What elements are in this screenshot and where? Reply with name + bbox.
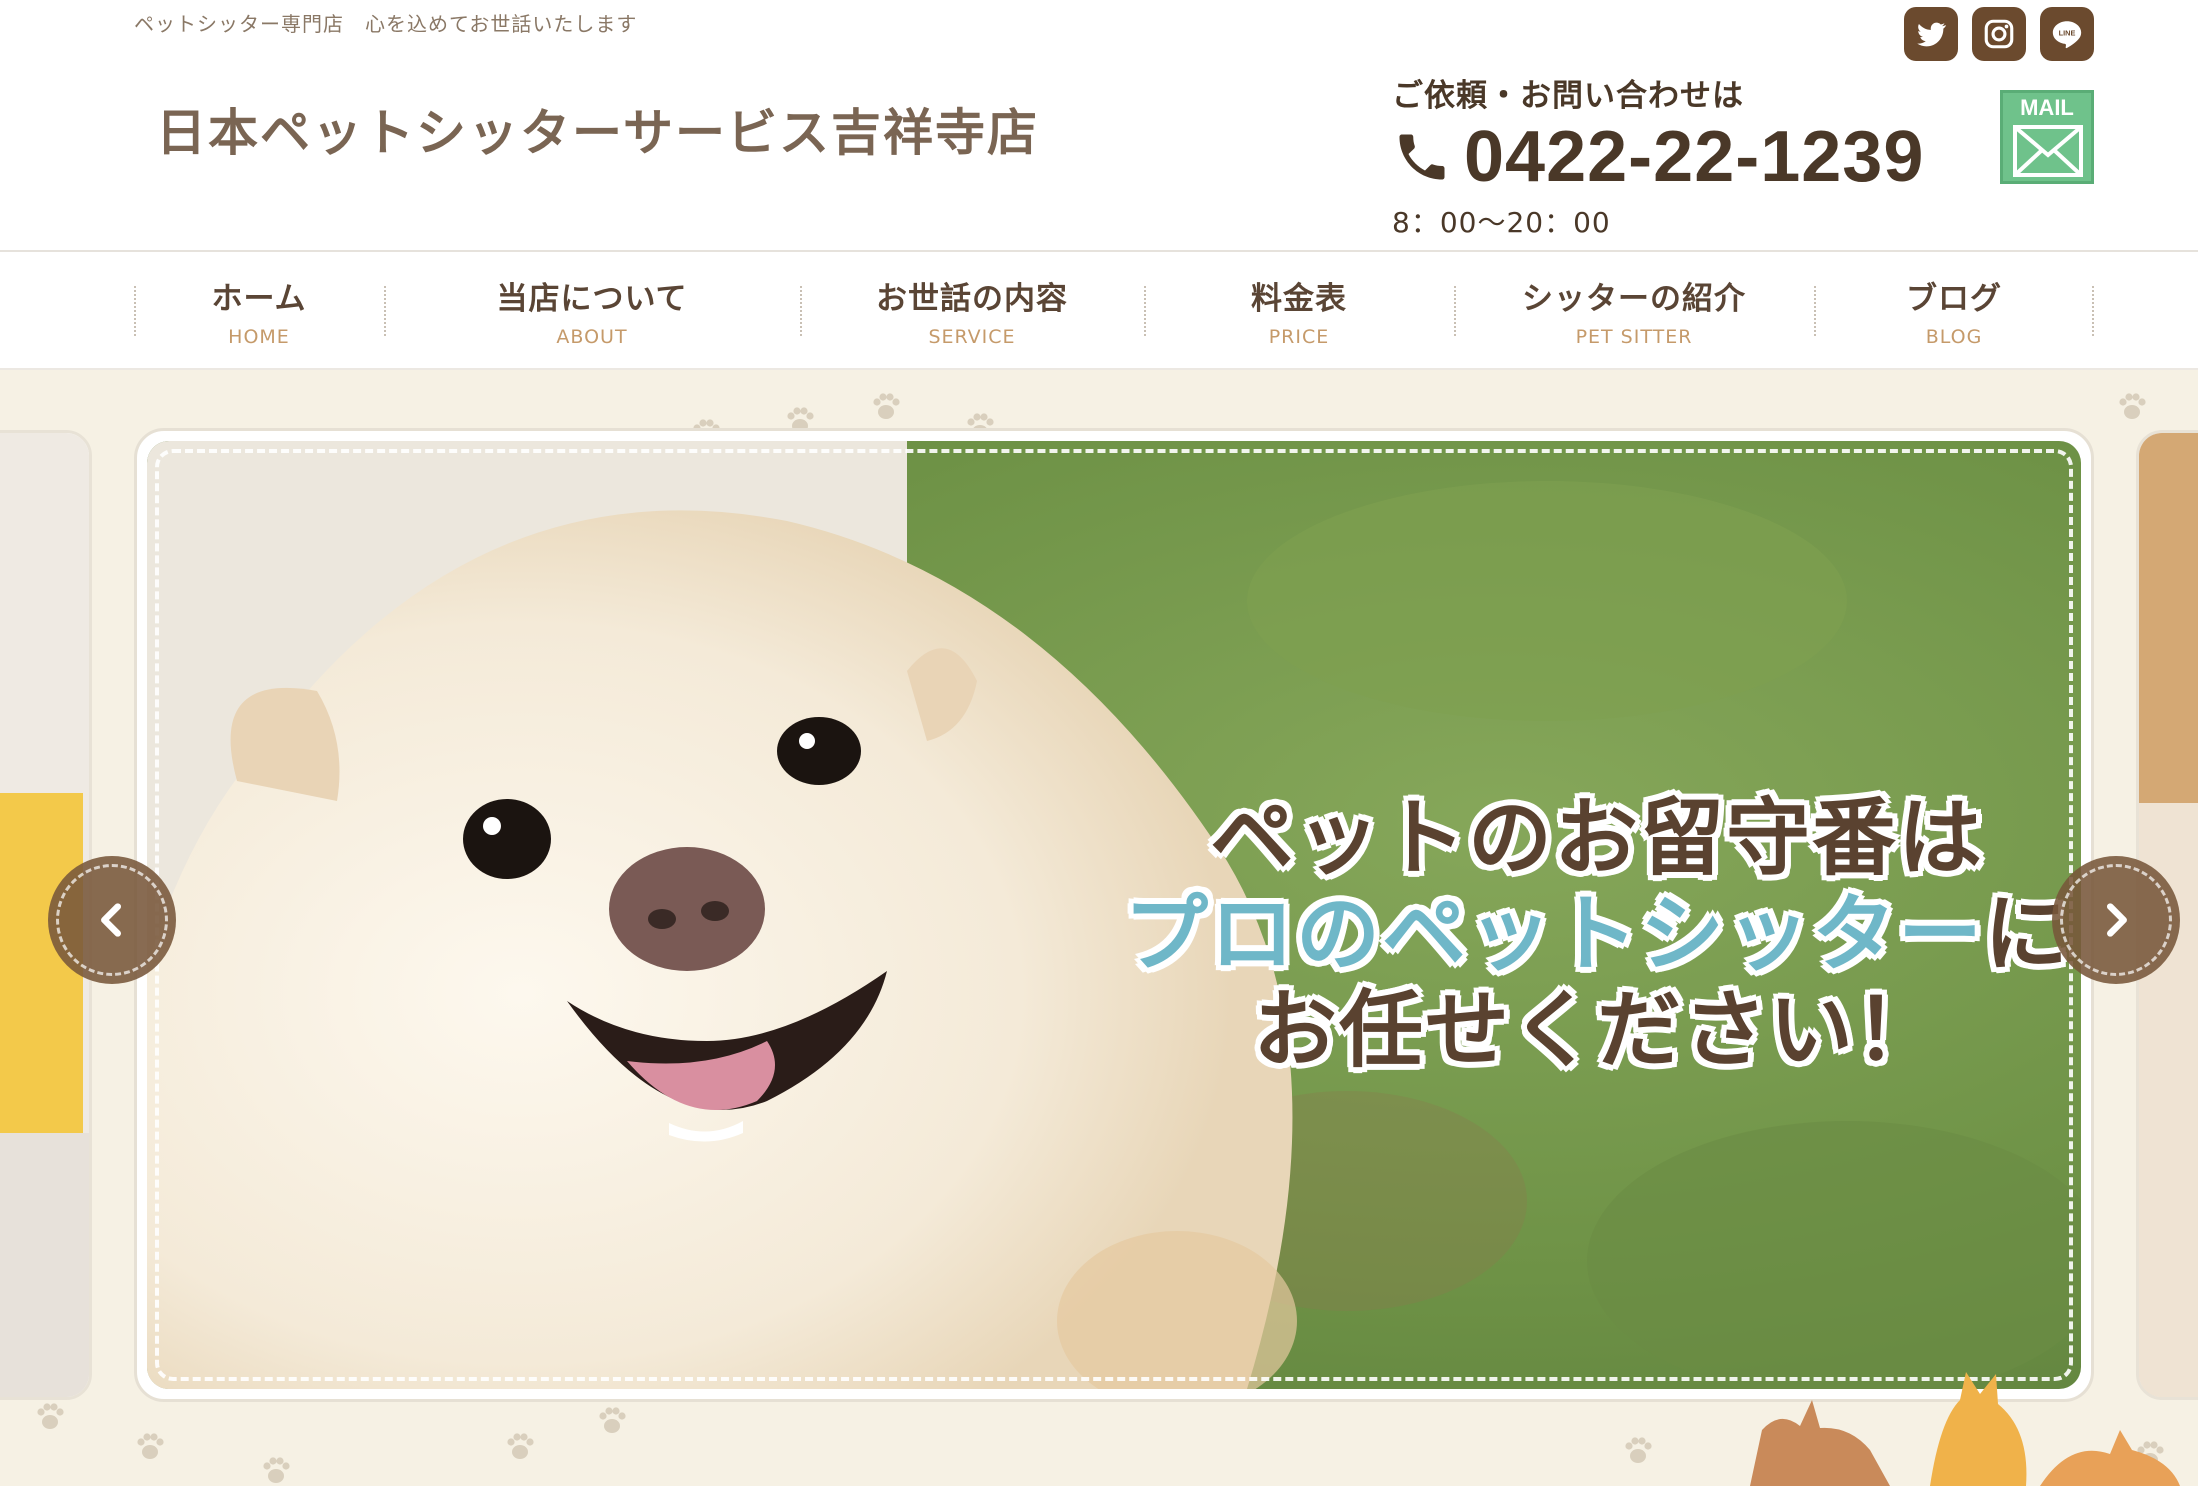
current-slide[interactable]: ペットのお留守番は プロのペットシッターに お任せください！ <box>134 428 2094 1402</box>
nav-item-about[interactable]: 当店について ABOUT <box>384 252 800 368</box>
slide-photo: ペットのお留守番は プロのペットシッターに お任せください！ <box>147 441 2081 1389</box>
pet-silhouettes-decoration <box>1750 1372 2180 1486</box>
line-icon-label: LINE <box>2059 29 2076 38</box>
nav-item-price[interactable]: 料金表 PRICE <box>1144 252 1454 368</box>
nav-item-pet-sitter[interactable]: シッターの紹介 PET SITTER <box>1454 252 1814 368</box>
nav-label-jp: ホーム <box>211 280 307 317</box>
nav-label-jp: ブログ <box>1906 280 2002 317</box>
nav-label-jp: 料金表 <box>1251 280 1347 317</box>
line-button[interactable]: LINE <box>2040 7 2094 61</box>
global-nav: ホーム HOME 当店について ABOUT お世話の内容 SERVICE 料金表… <box>0 250 2198 370</box>
hero-slider: ペットのお留守番は プロのペットシッターに お任せください！ <box>0 370 2198 1486</box>
nav-label-jp: 当店について <box>496 280 688 317</box>
instagram-button[interactable] <box>1972 7 2026 61</box>
instagram-icon <box>1984 19 2014 49</box>
hero-catchphrase: ペットのお留守番は プロのペットシッターに お任せください！ <box>1047 789 2081 1079</box>
social-links: LINE <box>1904 7 2094 61</box>
nav-label-en: ABOUT <box>556 325 628 348</box>
contact-block: ご依頼・お問い合わせは 0422-22-1239 8：00〜20：00 <box>1392 70 1992 241</box>
line-icon: LINE <box>2052 21 2082 49</box>
business-hours: 8：00〜20：00 <box>1392 206 1611 239</box>
site-title: 日本ペットシッターサービス吉祥寺店 <box>156 103 1039 162</box>
nav-label-en: PET SITTER <box>1575 325 1693 348</box>
slider-next-button[interactable] <box>2052 856 2180 984</box>
twitter-icon <box>1917 22 1947 47</box>
catch-line-1: ペットのお留守番は <box>1209 789 1984 887</box>
nav-label-en: BLOG <box>1925 325 1983 348</box>
mail-button[interactable]: MAIL <box>2000 90 2094 184</box>
chevron-left-icon <box>101 903 122 937</box>
phone-number[interactable]: 0422-22-1239 <box>1464 121 1924 193</box>
twitter-button[interactable] <box>1904 7 1958 61</box>
nav-label-en: PRICE <box>1268 325 1330 348</box>
site-header: ペットシッター専門店 心を込めてお世話いたします 日本ペットシッターサービス吉祥… <box>0 0 2198 250</box>
nav-label-en: HOME <box>228 325 290 348</box>
phone-icon <box>1399 134 1445 180</box>
catch-line-2: プロのペットシッターに <box>1047 884 2081 983</box>
contact-heading: ご依頼・お問い合わせは <box>1392 78 1744 114</box>
catch-line-3: お任せください！ <box>1252 980 1941 1079</box>
nav-label-jp: お世話の内容 <box>876 280 1068 317</box>
nav-label-en: SERVICE <box>928 325 1016 348</box>
envelope-icon <box>2013 125 2083 177</box>
nav-item-service[interactable]: お世話の内容 SERVICE <box>800 252 1144 368</box>
catch-accent: プロのペットシッター <box>1123 884 1984 983</box>
mail-label: MAIL <box>2020 95 2074 120</box>
chevron-right-icon <box>2106 903 2127 937</box>
site-logo[interactable]: 日本ペットシッターサービス吉祥寺店 <box>134 56 1037 201</box>
nav-item-home[interactable]: ホーム HOME <box>134 252 384 368</box>
phone-link[interactable]: 0422-22-1239 <box>1392 121 1992 193</box>
nav-label-jp: シッターの紹介 <box>1522 280 1746 317</box>
slider-prev-button[interactable] <box>48 856 176 984</box>
nav-item-blog[interactable]: ブログ BLOG <box>1814 252 2094 368</box>
site-tagline: ペットシッター専門店 心を込めてお世話いたします <box>134 12 638 36</box>
